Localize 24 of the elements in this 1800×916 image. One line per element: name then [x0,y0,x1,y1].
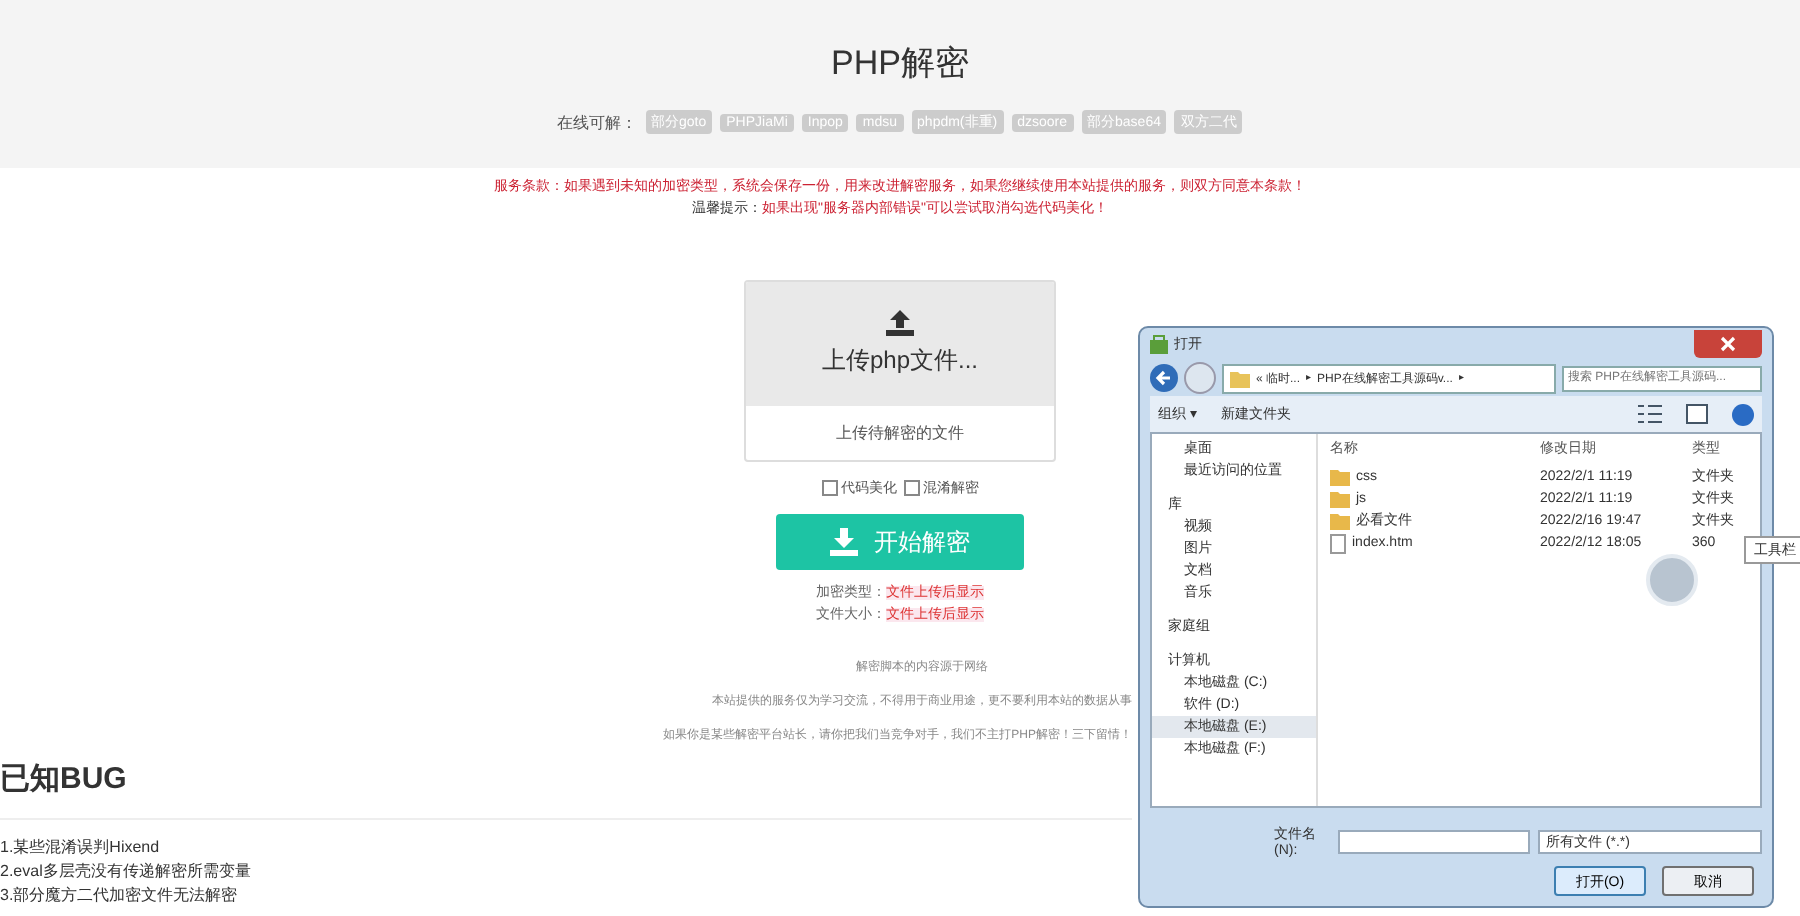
close-button[interactable] [1694,330,1762,358]
filename-field[interactable] [1337,829,1530,853]
checkbox[interactable] [903,480,919,496]
upload-icon [886,310,914,336]
download-icon [830,528,858,556]
pane-icon[interactable] [1686,404,1708,424]
upload-box[interactable]: 上传php文件... 上传待解密的文件 [744,280,1056,462]
page-title: PHP解密 [831,42,969,86]
bug-item: 2.eval多层壳没有传递解密所需变量 [0,860,251,884]
close-icon [1720,336,1736,352]
bug-item: 1.某些混淆误判Hixend [0,836,162,860]
upload-hint: 上传待解密的文件 [834,422,966,446]
view-icon[interactable] [1638,404,1662,424]
folder-icon [1230,369,1250,387]
file-icon [1330,533,1346,553]
back-arrow-icon [1154,368,1174,388]
help-icon[interactable] [1732,403,1754,425]
upload-title: 上传php文件... [821,344,979,378]
checkbox[interactable] [821,480,837,496]
bug-item: 3.部分魔方二代加密文件无法解密 [0,884,240,908]
app-icon [1150,334,1168,354]
tags-label: 在线可解： [557,111,638,133]
section-title: 已知BUG [0,760,127,798]
back-button[interactable] [1150,364,1178,392]
